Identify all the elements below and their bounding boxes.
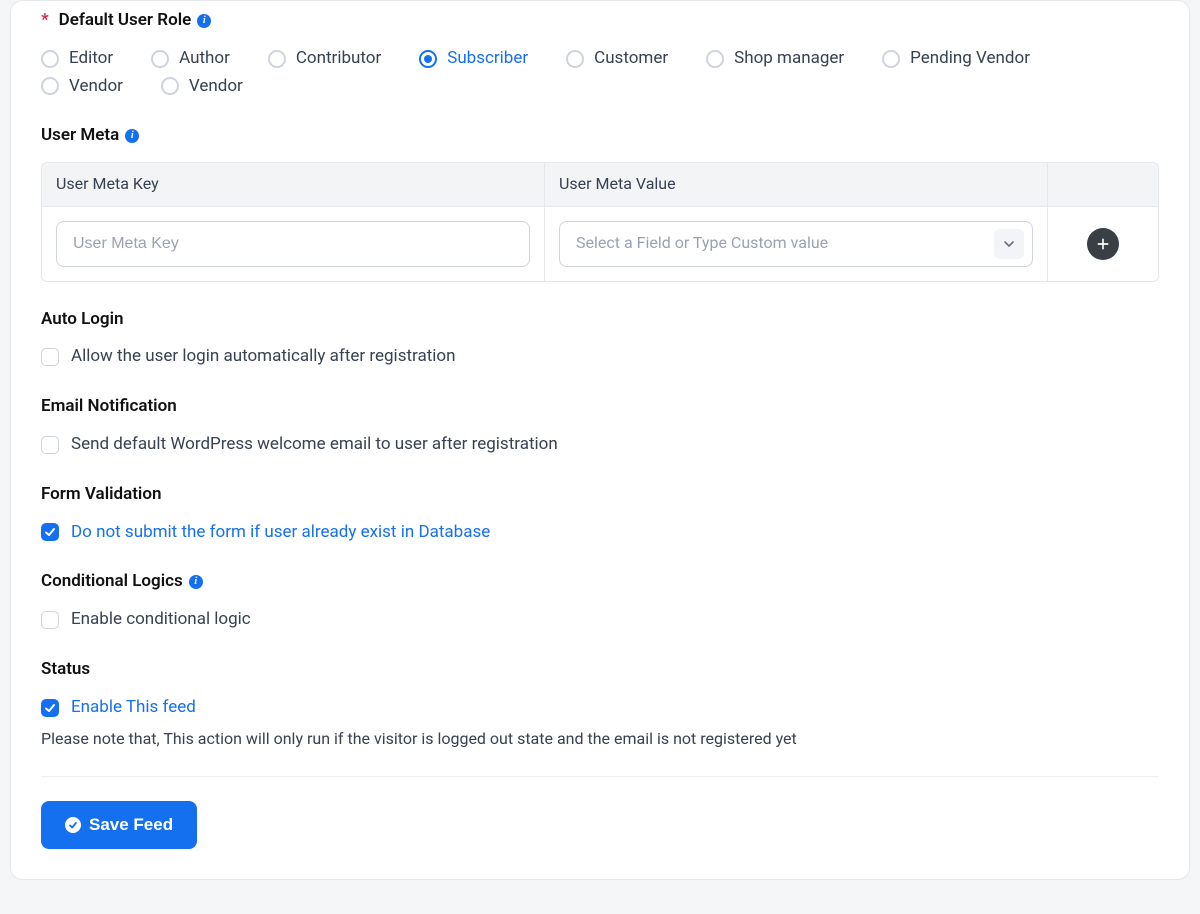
meta-key-input[interactable]	[56, 221, 530, 267]
role-radio-group: Editor Author Contributor Subscriber Cus…	[41, 47, 1121, 99]
conditional-logics-section: Conditional Logics i Enable conditional …	[41, 570, 1159, 632]
form-validation-title: Form Validation	[41, 483, 1159, 507]
role-radio-author[interactable]: Author	[151, 47, 230, 71]
cell-actions	[1048, 207, 1158, 281]
status-checkbox[interactable]: Enable This feed	[41, 696, 1159, 720]
checkbox-icon	[41, 436, 59, 454]
email-notification-section: Email Notification Send default WordPres…	[41, 395, 1159, 457]
radio-icon	[268, 50, 286, 68]
select-placeholder: Select a Field or Type Custom value	[576, 232, 828, 254]
auto-login-checkbox[interactable]: Allow the user login automatically after…	[41, 345, 1159, 369]
role-radio-customer[interactable]: Customer	[566, 47, 668, 71]
radio-label: Subscriber	[447, 47, 528, 71]
radio-label: Vendor	[69, 75, 123, 99]
table-row: Select a Field or Type Custom value	[42, 207, 1158, 281]
radio-icon	[161, 77, 179, 95]
status-note: Please note that, This action will only …	[41, 728, 1159, 750]
col-meta-key: User Meta Key	[42, 163, 545, 205]
chevron-down-icon	[994, 229, 1024, 259]
checkbox-label: Do not submit the form if user already e…	[71, 521, 490, 545]
radio-label: Customer	[594, 47, 668, 71]
checkbox-icon	[41, 523, 59, 541]
radio-icon	[151, 50, 169, 68]
divider	[41, 776, 1159, 777]
checkbox-icon	[41, 699, 59, 717]
info-icon[interactable]: i	[189, 575, 203, 589]
conditional-logics-title: Conditional Logics i	[41, 570, 1159, 594]
conditional-logic-checkbox[interactable]: Enable conditional logic	[41, 608, 1159, 632]
role-radio-shop-manager[interactable]: Shop manager	[706, 47, 844, 71]
radio-label: Author	[179, 47, 230, 71]
role-radio-vendor-1[interactable]: Vendor	[41, 75, 123, 99]
default-role-label: * Default User Role i	[41, 9, 1159, 33]
radio-label: Vendor	[189, 75, 243, 99]
role-radio-contributor[interactable]: Contributor	[268, 47, 381, 71]
save-feed-button[interactable]: Save Feed	[41, 801, 197, 849]
default-user-role-section: * Default User Role i Editor Author Cont…	[41, 9, 1159, 98]
email-notification-title: Email Notification	[41, 395, 1159, 419]
user-meta-table: User Meta Key User Meta Value Select a F…	[41, 162, 1159, 281]
status-section: Status Enable This feed Please note that…	[41, 658, 1159, 750]
default-role-title: Default User Role	[59, 9, 192, 33]
form-validation-section: Form Validation Do not submit the form i…	[41, 483, 1159, 545]
cell-meta-value: Select a Field or Type Custom value	[545, 207, 1048, 281]
required-mark: *	[41, 9, 49, 33]
save-button-label: Save Feed	[89, 815, 173, 835]
radio-label: Pending Vendor	[910, 47, 1030, 71]
conditional-title-text: Conditional Logics	[41, 570, 183, 594]
checkbox-label: Allow the user login automatically after…	[71, 345, 455, 369]
checkbox-label: Send default WordPress welcome email to …	[71, 433, 558, 457]
checkbox-label: Enable conditional logic	[71, 608, 251, 632]
role-radio-pending-vendor[interactable]: Pending Vendor	[882, 47, 1030, 71]
cell-meta-key	[42, 207, 545, 281]
col-meta-value: User Meta Value	[545, 163, 1048, 205]
user-meta-label: User Meta i	[41, 124, 1159, 148]
status-title: Status	[41, 658, 1159, 682]
radio-label: Contributor	[296, 47, 381, 71]
email-notification-checkbox[interactable]: Send default WordPress welcome email to …	[41, 433, 1159, 457]
radio-icon	[41, 77, 59, 95]
meta-value-select[interactable]: Select a Field or Type Custom value	[559, 221, 1033, 267]
role-radio-editor[interactable]: Editor	[41, 47, 113, 71]
user-meta-section: User Meta i User Meta Key User Meta Valu…	[41, 124, 1159, 281]
user-meta-title: User Meta	[41, 124, 119, 148]
table-header: User Meta Key User Meta Value	[42, 163, 1158, 206]
form-validation-checkbox[interactable]: Do not submit the form if user already e…	[41, 521, 1159, 545]
info-icon[interactable]: i	[197, 14, 211, 28]
radio-icon	[566, 50, 584, 68]
info-icon[interactable]: i	[125, 129, 139, 143]
auto-login-section: Auto Login Allow the user login automati…	[41, 308, 1159, 370]
role-radio-vendor-2[interactable]: Vendor	[161, 75, 243, 99]
checkbox-label: Enable This feed	[71, 696, 196, 720]
checkbox-icon	[41, 348, 59, 366]
radio-label: Editor	[69, 47, 113, 71]
radio-icon	[882, 50, 900, 68]
role-radio-subscriber[interactable]: Subscriber	[419, 47, 528, 71]
check-circle-icon	[65, 817, 81, 833]
checkbox-icon	[41, 611, 59, 629]
radio-icon	[419, 50, 437, 68]
radio-icon	[41, 50, 59, 68]
col-actions	[1048, 163, 1158, 205]
radio-icon	[706, 50, 724, 68]
auto-login-title: Auto Login	[41, 308, 1159, 332]
radio-label: Shop manager	[734, 47, 844, 71]
add-row-button[interactable]	[1087, 228, 1119, 260]
